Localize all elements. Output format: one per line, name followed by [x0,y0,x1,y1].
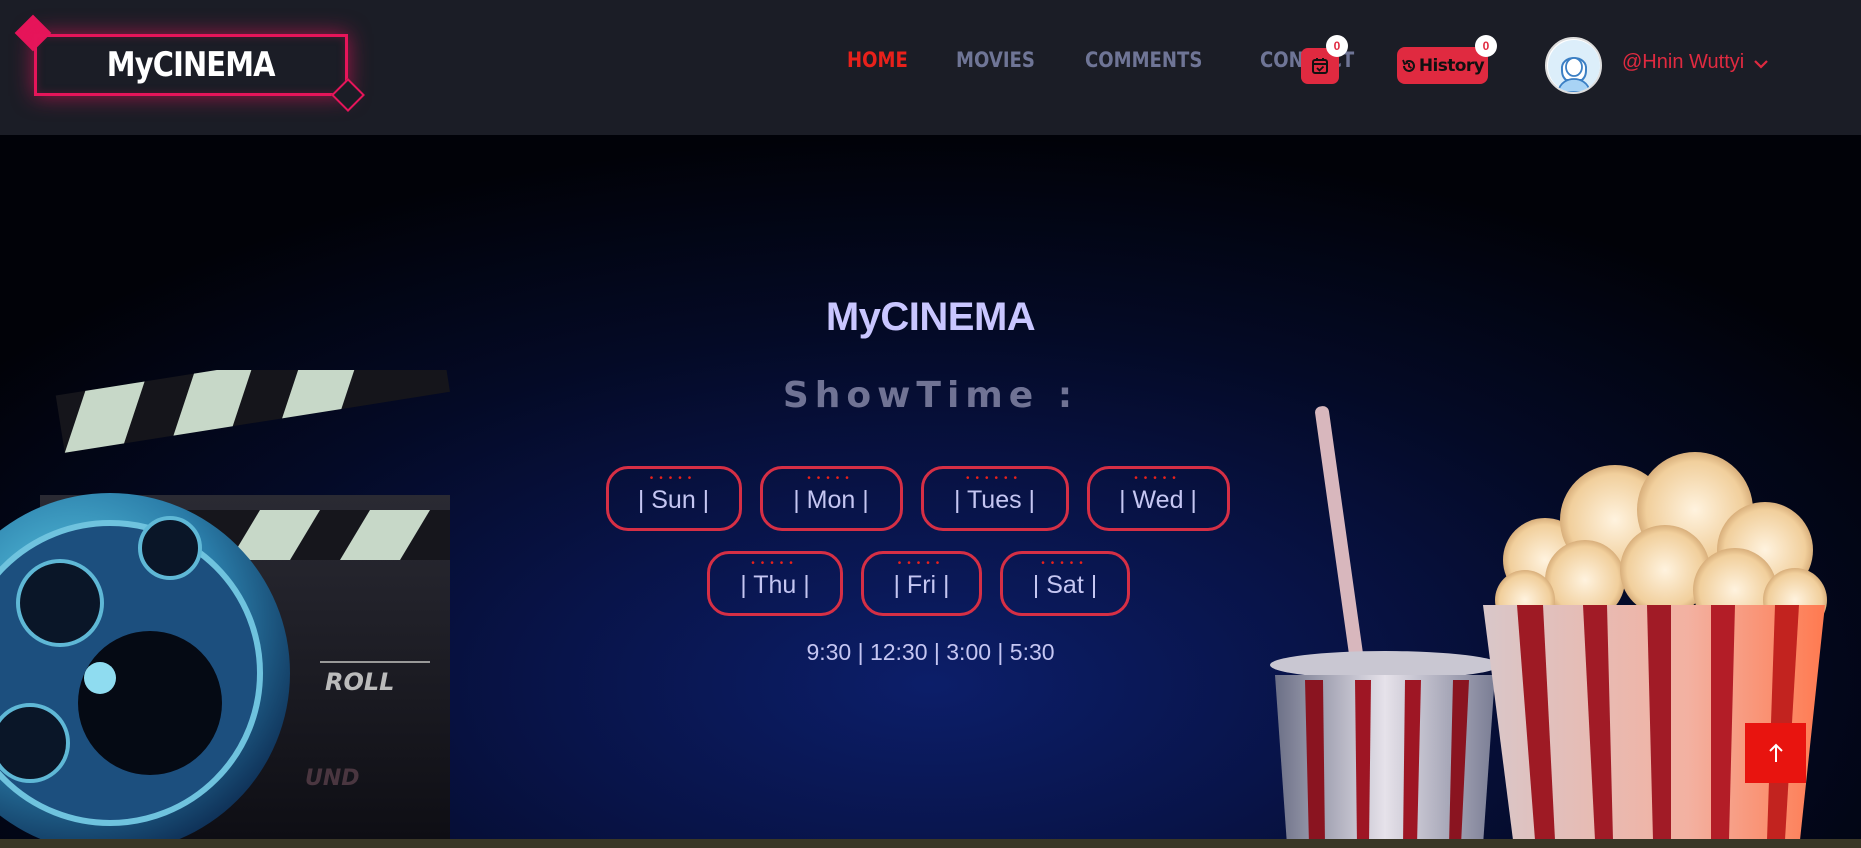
chevron-down-icon[interactable] [1753,56,1769,72]
hero-logo: MyCINEMA [825,295,1036,339]
day-label: | Thu | [740,571,810,599]
day-label: | Mon | [793,486,869,514]
day-button-wed[interactable]: ••••• | Wed | [1086,466,1230,531]
logo-text: MyCINEMA [107,45,276,85]
arrow-up-icon [1768,743,1783,762]
days-row: ••••• | Sun | ••••• | Mon | •••••• | Tue… [0,466,1848,531]
day-button-sat[interactable]: ••••• | Sat | [1000,551,1130,616]
main-nav: HOME MOVIES COMMENTS CONTACT [847,48,1369,72]
history-icon [1402,59,1415,72]
day-label: | Sat | [1032,571,1098,599]
user-avatar-icon [1547,39,1600,92]
dots-decoration: •••••• [965,473,1023,484]
dots-decoration: ••••• [1134,473,1182,484]
dots-decoration: ••••• [897,558,946,569]
user-avatar[interactable] [1545,37,1602,94]
showtimes-list: 9:30 | 12:30 | 3:00 | 5:30 [806,639,1055,665]
svg-text:UND: UND [305,766,360,791]
nav-comments[interactable]: COMMENTS [1085,48,1202,72]
calendar-check-icon [1312,58,1328,74]
day-label: | Fri | [893,571,950,599]
dots-decoration: ••••• [807,473,855,484]
cart-count-badge: 0 [1326,35,1348,57]
dots-decoration: ••••• [1041,558,1089,569]
day-label: | Sun | [637,486,710,514]
day-label: | Tues | [953,486,1036,514]
nav-movies[interactable]: MOVIES [956,48,1035,72]
site-header: MyCINEMA HOME MOVIES COMMENTS CONTACT 0 … [0,0,1861,135]
site-logo[interactable]: MyCINEMA [34,34,348,96]
day-button-fri[interactable]: ••••• | Fri | [861,551,982,616]
day-button-sun[interactable]: ••••• | Sun | [605,466,742,531]
scroll-to-top-button[interactable] [1745,723,1806,783]
history-count-badge: 0 [1475,35,1497,57]
svg-text:ROLL: ROLL [325,668,394,696]
history-label: History [1418,55,1485,76]
showtime-title: ShowTime : [782,375,1079,416]
nav-home[interactable]: HOME [847,48,908,72]
days-row: ••••• | Thu | ••••• | Fri | ••••• | Sat … [0,551,1849,616]
hero-section: ROLL UND MyCINEMA ShowTime: ••••• | Sun… [0,135,1861,839]
history-button[interactable]: History [1397,47,1488,84]
username-label[interactable]: @Hnin Wuttyi [1622,51,1744,74]
day-button-tues[interactable]: •••••• | Tues | [920,466,1069,531]
day-button-thu[interactable]: ••••• | Thu | [707,551,843,616]
day-button-mon[interactable]: ••••• | Mon | [759,466,903,531]
page-bottom-border [0,839,1861,848]
dots-decoration: ••••• [751,558,799,569]
dots-decoration: ••••• [649,473,698,484]
day-label: | Wed | [1119,486,1197,514]
